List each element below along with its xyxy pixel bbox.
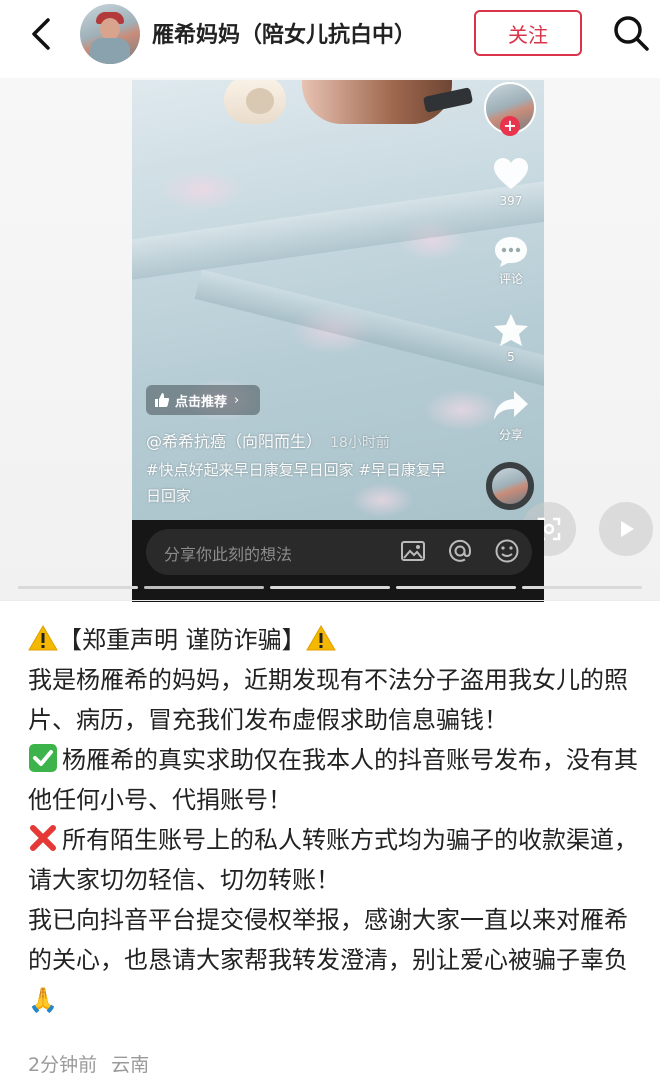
comment-button[interactable]: 评论 (486, 234, 536, 287)
post-paragraph: 所有陌生账号上的私人转账方式均为骗子的收款渠道，请大家切勿轻信、切勿转账！ (28, 826, 638, 894)
image-button[interactable] (398, 536, 428, 566)
post-paragraph: 杨雁希的真实求助仅在我本人的抖音账号发布，没有其他任何小号、代捐账号！ (28, 746, 638, 814)
at-sign-icon (449, 539, 472, 562)
chevron-left-icon (32, 18, 50, 50)
music-disc-icon[interactable] (486, 462, 534, 510)
thumbs-up-icon (155, 393, 170, 407)
play-icon (621, 521, 634, 537)
share-button[interactable]: 分享 (486, 388, 536, 443)
star-icon (494, 314, 528, 346)
smiley-icon (495, 539, 519, 563)
comment-placeholder: 分享你此刻的想法 (164, 545, 293, 564)
play-button[interactable] (599, 502, 653, 556)
cross-mark-icon (30, 825, 56, 851)
post-heading-line: 【郑重声明 谨防诈骗】 (28, 620, 648, 660)
warning-icon (305, 625, 336, 651)
post-cross-line: 所有陌生账号上的私人转账方式均为骗子的收款渠道，请大家切勿轻信、切勿转账！ (28, 820, 648, 900)
divider (0, 600, 660, 601)
post-meta: 2分钟前 云南 (28, 1050, 149, 1077)
post-time: 2分钟前 (28, 1054, 98, 1076)
post-heading: 【郑重声明 谨防诈骗】 (58, 626, 306, 654)
chevron-right-icon: › (234, 392, 240, 408)
search-button[interactable] (610, 12, 652, 54)
top-header: 雁希妈妈（陪女儿抗白中） 关注 (0, 0, 660, 70)
favorite-button[interactable]: 5 (486, 312, 536, 364)
check-mark-icon (29, 744, 57, 772)
praying-hands-icon: 🙏 (28, 986, 58, 1014)
like-button[interactable]: 397 (486, 156, 536, 208)
mention-button[interactable] (445, 536, 475, 566)
post-paragraph: 我是杨雁希的妈妈，近期发现有不法分子盗用我女儿的照片、病历，冒充我们发布虚假求助… (28, 666, 628, 734)
post-check-line: 杨雁希的真实求助仅在我本人的抖音账号发布，没有其他任何小号、代捐账号！ (28, 740, 648, 820)
heart-icon (494, 158, 528, 189)
post-paragraph: 我已向抖音平台提交侵权举报，感谢大家一直以来对雁希的关心，也恳请大家帮我转发澄清… (28, 906, 628, 974)
comment-icon (495, 237, 527, 267)
like-count: 397 (499, 194, 523, 208)
video-author-tag[interactable]: @希希抗癌（向阳而生） 18小时前 (146, 428, 390, 452)
post-body: 【郑重声明 谨防诈骗】 我是杨雁希的妈妈，近期发现有不法分子盗用我女儿的照片、病… (28, 620, 648, 1020)
emoji-button[interactable] (492, 536, 522, 566)
search-icon (614, 16, 649, 51)
image-icon (401, 541, 425, 561)
post-closing-line: 我已向抖音平台提交侵权举报，感谢大家一直以来对雁希的关心，也恳请大家帮我转发澄清… (28, 900, 648, 1020)
rail-follow-plus-icon[interactable]: + (500, 116, 520, 136)
share-arrow-icon (494, 391, 528, 420)
warning-icon (28, 625, 58, 651)
share-label: 分享 (498, 428, 523, 442)
author-name[interactable]: 雁希妈妈（陪女儿抗白中） (152, 17, 416, 49)
post-location[interactable]: 云南 (111, 1054, 149, 1076)
recommend-button[interactable]: 点击推荐 › (146, 385, 260, 415)
video-hashtags[interactable]: #快点好起来早日康复早日回家 #早日康复早日回家 (146, 457, 446, 509)
video-author-name[interactable]: @希希抗癌（向阳而生） (146, 432, 322, 451)
author-avatar[interactable] (80, 4, 140, 64)
video-player[interactable] (132, 80, 544, 520)
video-time: 18小时前 (330, 435, 390, 451)
image-carousel-indicator (18, 586, 642, 590)
favorite-count: 5 (507, 350, 515, 364)
follow-button[interactable]: 关注 (474, 10, 582, 56)
recommend-label: 点击推荐 (175, 394, 228, 410)
back-button[interactable] (22, 14, 62, 54)
comment-label: 评论 (498, 272, 523, 286)
